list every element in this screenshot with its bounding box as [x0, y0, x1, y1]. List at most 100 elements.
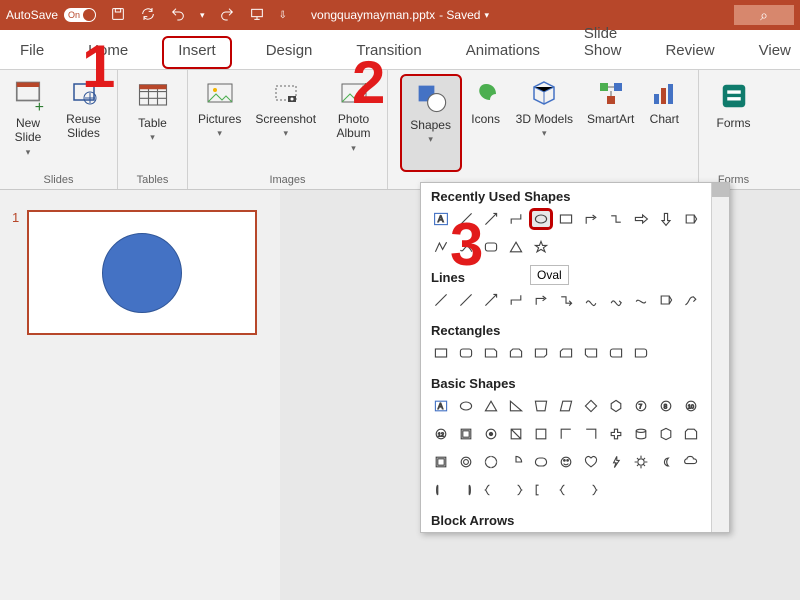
undo-icon[interactable] [170, 6, 186, 25]
tab-review[interactable]: Review [655, 36, 724, 69]
line11-icon[interactable] [679, 289, 703, 311]
b8-icon[interactable] [604, 395, 628, 417]
b12-icon[interactable]: 12 [429, 423, 453, 445]
tab-slideshow[interactable]: Slide Show [574, 19, 632, 69]
b25-icon[interactable] [479, 451, 503, 473]
b30-icon[interactable] [604, 451, 628, 473]
r5-icon[interactable] [529, 342, 553, 364]
star-icon[interactable] [529, 236, 553, 258]
b34-icon[interactable] [429, 479, 453, 501]
icons-button[interactable]: Icons [464, 74, 508, 172]
b1-icon[interactable]: A [429, 395, 453, 417]
table-button[interactable]: Table▾ [129, 74, 177, 172]
r7-icon[interactable] [579, 342, 603, 364]
3d-models-button[interactable]: 3D Models▾ [510, 74, 579, 172]
b13-icon[interactable] [454, 423, 478, 445]
flowchart-icon[interactable] [679, 208, 703, 230]
r6-icon[interactable] [554, 342, 578, 364]
b29-icon[interactable] [579, 451, 603, 473]
chart-button[interactable]: Chart [642, 74, 686, 172]
autosave-toggle[interactable]: AutoSave On [6, 8, 96, 22]
connector-icon[interactable] [504, 208, 528, 230]
b32-icon[interactable] [654, 451, 678, 473]
r3-icon[interactable] [479, 342, 503, 364]
filename[interactable]: vongquaymayman.pptx - Saved ▾ [311, 8, 489, 22]
b28-icon[interactable] [554, 451, 578, 473]
right-arrow-icon[interactable] [629, 208, 653, 230]
b11-icon[interactable]: 10 [679, 395, 703, 417]
screenshot-button[interactable]: Screenshot▾ [249, 74, 322, 172]
pictures-button[interactable]: Pictures▾ [192, 74, 247, 172]
b14-icon[interactable] [479, 423, 503, 445]
b37-icon[interactable] [504, 479, 528, 501]
b21-icon[interactable] [654, 423, 678, 445]
elbow2-icon[interactable] [604, 208, 628, 230]
b31-icon[interactable] [629, 451, 653, 473]
down-arrow-icon[interactable] [654, 208, 678, 230]
search-box[interactable]: ⌕ [734, 5, 794, 25]
sync-icon[interactable] [140, 6, 156, 25]
b15-icon[interactable] [504, 423, 528, 445]
b7-icon[interactable] [579, 395, 603, 417]
chevron-down-icon[interactable]: ▾ [200, 10, 205, 21]
b16-icon[interactable] [529, 423, 553, 445]
b4-icon[interactable] [504, 395, 528, 417]
line7-icon[interactable] [579, 289, 603, 311]
shapes-button[interactable]: Shapes▾ [400, 74, 462, 172]
b18-icon[interactable] [579, 423, 603, 445]
line2-icon[interactable] [454, 289, 478, 311]
save-icon[interactable] [110, 6, 126, 25]
b3-icon[interactable] [479, 395, 503, 417]
present-icon[interactable] [249, 6, 265, 25]
b40-icon[interactable] [579, 479, 603, 501]
tab-animations[interactable]: Animations [456, 36, 550, 69]
oval-icon[interactable] [529, 208, 553, 230]
line10-icon[interactable] [654, 289, 678, 311]
r2-icon[interactable] [454, 342, 478, 364]
b17-icon[interactable] [554, 423, 578, 445]
line8-icon[interactable] [604, 289, 628, 311]
tab-design[interactable]: Design [256, 36, 323, 69]
b10-icon[interactable]: 8 [654, 395, 678, 417]
b2-icon[interactable] [454, 395, 478, 417]
b35-icon[interactable] [454, 479, 478, 501]
b27-icon[interactable] [529, 451, 553, 473]
r4-icon[interactable] [504, 342, 528, 364]
r9-icon[interactable] [629, 342, 653, 364]
toggle-switch[interactable]: On [64, 8, 96, 22]
new-slide-button[interactable]: + New Slide▾ [4, 74, 52, 172]
line9-icon[interactable] [629, 289, 653, 311]
rect-icon[interactable] [554, 208, 578, 230]
b39-icon[interactable] [554, 479, 578, 501]
r1-icon[interactable] [429, 342, 453, 364]
dropdown-scrollbar[interactable] [711, 183, 729, 532]
line5-icon[interactable] [529, 289, 553, 311]
line4-icon[interactable] [504, 289, 528, 311]
b23-icon[interactable] [429, 451, 453, 473]
b36-icon[interactable] [479, 479, 503, 501]
r8-icon[interactable] [604, 342, 628, 364]
b5-icon[interactable] [529, 395, 553, 417]
tab-view[interactable]: View [749, 36, 800, 69]
b24-icon[interactable] [454, 451, 478, 473]
tab-file[interactable]: File [10, 36, 54, 69]
b33-icon[interactable] [679, 451, 703, 473]
forms-button[interactable]: Forms [710, 74, 758, 172]
triangle-icon[interactable] [504, 236, 528, 258]
b19-icon[interactable] [604, 423, 628, 445]
b26-icon[interactable] [504, 451, 528, 473]
line3-icon[interactable] [479, 289, 503, 311]
qat-more-icon[interactable]: ⇩ [279, 10, 287, 21]
smartart-button[interactable]: SmartArt [581, 74, 640, 172]
slide-thumbnail-1[interactable] [27, 210, 257, 335]
b6-icon[interactable] [554, 395, 578, 417]
b22-icon[interactable] [679, 423, 703, 445]
line6-icon[interactable] [554, 289, 578, 311]
tab-insert[interactable]: Insert [162, 36, 232, 69]
elbow-arrow-icon[interactable] [579, 208, 603, 230]
redo-icon[interactable] [219, 6, 235, 25]
b9-icon[interactable]: 7 [629, 395, 653, 417]
line1-icon[interactable] [429, 289, 453, 311]
b20-icon[interactable] [629, 423, 653, 445]
b38-icon[interactable] [529, 479, 553, 501]
